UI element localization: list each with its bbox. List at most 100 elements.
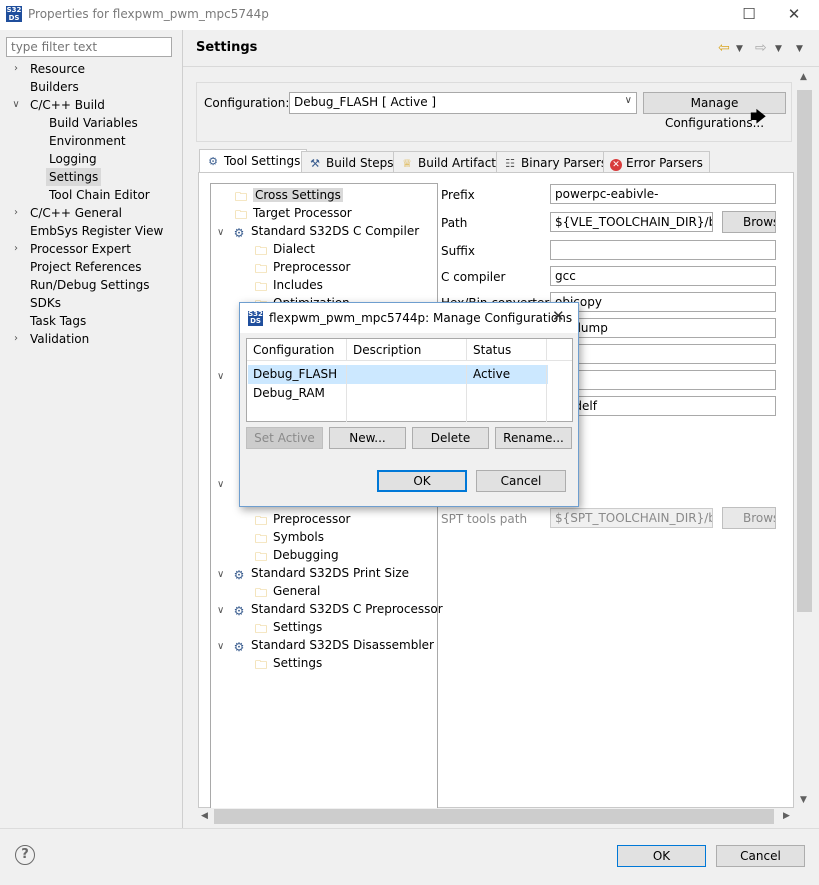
nav-item-tool-chain-editor[interactable]: Tool Chain Editor — [49, 186, 150, 204]
dialog-cancel-button[interactable]: Cancel — [476, 470, 566, 492]
collapse-icon[interactable]: ∨ — [217, 638, 231, 656]
help-icon[interactable]: ? — [15, 845, 35, 865]
back-menu-icon[interactable]: ▼ — [736, 44, 743, 54]
pane-divider[interactable] — [182, 30, 183, 828]
tree-item-compiler-preprocessor[interactable]: 🗀 Preprocessor — [253, 258, 350, 276]
tree-item-disassembler[interactable]: ∨ ⚙ Standard S32DS Disassembler — [217, 636, 434, 654]
objdump-field[interactable]: objdump — [550, 318, 776, 338]
tree-item-symbols[interactable]: 🗀 Symbols — [253, 528, 324, 546]
nav-item-logging[interactable]: Logging — [49, 150, 97, 168]
tool-gear-icon: ⚙ — [233, 604, 245, 618]
tab-error-parsers[interactable]: ✕ Error Parsers — [603, 151, 710, 173]
scroll-right-icon[interactable]: ▶ — [783, 811, 790, 821]
close-icon[interactable]: ✕ — [779, 4, 809, 24]
nav-item-environment[interactable]: Environment — [49, 132, 126, 150]
tab-tool-settings[interactable]: ⚙ Tool Settings — [199, 149, 308, 173]
cell-status: Active — [467, 365, 547, 384]
maximize-icon[interactable]: ☐ — [734, 4, 764, 24]
set-active-button: Set Active — [246, 427, 323, 449]
collapse-icon[interactable]: ∨ — [217, 224, 231, 242]
configuration-select[interactable]: Debug_FLASH [ Active ] ∨ — [289, 92, 637, 114]
filter-input[interactable] — [6, 37, 172, 57]
settings-folder-icon: 🗀 — [254, 622, 267, 636]
cancel-button[interactable]: Cancel — [716, 845, 805, 867]
tab-binary-parsers[interactable]: ☷ Binary Parsers — [496, 151, 615, 173]
tree-item-general[interactable]: 🗀 General — [253, 582, 320, 600]
suffix-label: Suffix — [441, 244, 475, 258]
expand-icon[interactable]: › — [10, 204, 22, 222]
collapse-icon[interactable]: ∨ — [217, 476, 231, 494]
forward-arrow-icon[interactable]: ⇨ — [755, 40, 767, 56]
tree-item-hidden-tool-a[interactable]: ∨ — [217, 366, 231, 384]
column-header-configuration[interactable]: Configuration — [247, 339, 347, 361]
readelf-field[interactable]: readelf — [550, 396, 776, 416]
dialog-ok-button[interactable]: OK — [377, 470, 467, 492]
column-header-description[interactable]: Description — [347, 339, 467, 361]
c-compiler-field[interactable]: gcc — [550, 266, 776, 286]
collapse-icon[interactable]: ∨ — [217, 566, 231, 584]
chevron-down-icon: ∨ — [624, 95, 632, 106]
collapse-icon[interactable]: ∨ — [217, 368, 231, 386]
scroll-left-icon[interactable]: ◀ — [201, 811, 208, 821]
tree-item-assembler-preprocessor[interactable]: 🗀 Preprocessor — [253, 510, 350, 528]
tree-item-c-compiler[interactable]: ∨ ⚙ Standard S32DS C Compiler — [217, 222, 419, 240]
scroll-up-icon[interactable]: ▲ — [800, 72, 807, 82]
window-title: Properties for flexpwm_pwm_mpc5744p — [28, 7, 269, 21]
tool-gear-icon: ⚙ — [233, 226, 245, 240]
tree-item-debugging[interactable]: 🗀 Debugging — [253, 546, 339, 564]
path-field[interactable]: ${VLE_TOOLCHAIN_DIR}/bin — [550, 212, 713, 232]
prefix-label: Prefix — [441, 188, 475, 202]
settings-folder-icon: 🗀 — [254, 550, 267, 564]
collapse-icon[interactable]: ∨ — [10, 96, 22, 114]
vertical-scroll-thumb[interactable] — [797, 90, 812, 612]
manage-configurations-dialog: S32 DS flexpwm_pwm_mpc5744p: Manage Conf… — [239, 302, 579, 507]
size-field[interactable]: size — [550, 370, 776, 390]
tree-item-hidden-tool-b[interactable]: ∨ — [217, 474, 231, 492]
settings-folder-icon: 🗀 — [254, 244, 267, 258]
empty-row-cell — [467, 403, 547, 422]
tree-item-cross-settings[interactable]: 🗀 Cross Settings — [233, 186, 343, 204]
app-icon: S32 DS — [248, 310, 263, 326]
back-arrow-icon[interactable]: ⇦ — [718, 40, 730, 56]
tab-build-artifact[interactable]: ♕ Build Artifact — [393, 151, 503, 173]
ok-button[interactable]: OK — [617, 845, 706, 867]
expand-icon[interactable]: › — [10, 240, 22, 258]
dialog-title: flexpwm_pwm_mpc5744p: Manage Configurati… — [269, 311, 573, 325]
tree-item-dialect[interactable]: 🗀 Dialect — [253, 240, 315, 258]
cell-configuration: Debug_FLASH — [247, 365, 347, 384]
close-icon[interactable]: ✕ — [552, 307, 565, 325]
tree-item-disassembler-settings[interactable]: 🗀 Settings — [253, 654, 322, 672]
hex-bin-converter-field[interactable]: objcopy — [550, 292, 776, 312]
gear-icon: ⚙ — [208, 155, 218, 168]
tree-item-c-preprocessor[interactable]: ∨ ⚙ Standard S32DS C Preprocessor — [217, 600, 443, 618]
bottom-separator — [0, 828, 819, 829]
suffix-field[interactable] — [550, 240, 776, 260]
settings-folder-icon: 🗀 — [234, 190, 247, 204]
horizontal-scroll-thumb[interactable] — [214, 809, 774, 824]
rename-button[interactable]: Rename... — [495, 427, 572, 449]
settings-folder-icon: 🗀 — [234, 208, 247, 222]
tree-item-preprocessor-settings[interactable]: 🗀 Settings — [253, 618, 322, 636]
settings-folder-icon: 🗀 — [254, 586, 267, 600]
tree-item-target-processor[interactable]: 🗀 Target Processor — [233, 204, 352, 222]
tree-item-print-size[interactable]: ∨ ⚙ Standard S32DS Print Size — [217, 564, 409, 582]
empty-row-cell — [247, 403, 347, 422]
forward-menu-icon[interactable]: ▼ — [775, 44, 782, 54]
tree-item-includes[interactable]: 🗀 Includes — [253, 276, 323, 294]
expand-icon[interactable]: › — [10, 60, 22, 78]
new-button[interactable]: New... — [329, 427, 406, 449]
column-header-status[interactable]: Status — [467, 339, 547, 361]
prefix-field[interactable]: powerpc-eabivle- — [550, 184, 776, 204]
settings-folder-icon: 🗀 — [254, 514, 267, 528]
path-label: Path — [441, 216, 468, 230]
nav-item-build-variables[interactable]: Build Variables — [49, 114, 138, 132]
expand-icon[interactable]: › — [10, 330, 22, 348]
path-browse-button[interactable]: Brows — [722, 211, 776, 233]
scroll-down-icon[interactable]: ▼ — [800, 795, 807, 805]
tab-build-steps[interactable]: ⚒ Build Steps — [301, 151, 401, 173]
collapse-icon[interactable]: ∨ — [217, 602, 231, 620]
delete-button[interactable]: Delete — [412, 427, 489, 449]
view-menu-icon[interactable]: ▼ — [796, 44, 803, 54]
tool-field-7[interactable] — [550, 344, 776, 364]
nav-item-settings[interactable]: Settings — [46, 168, 102, 186]
